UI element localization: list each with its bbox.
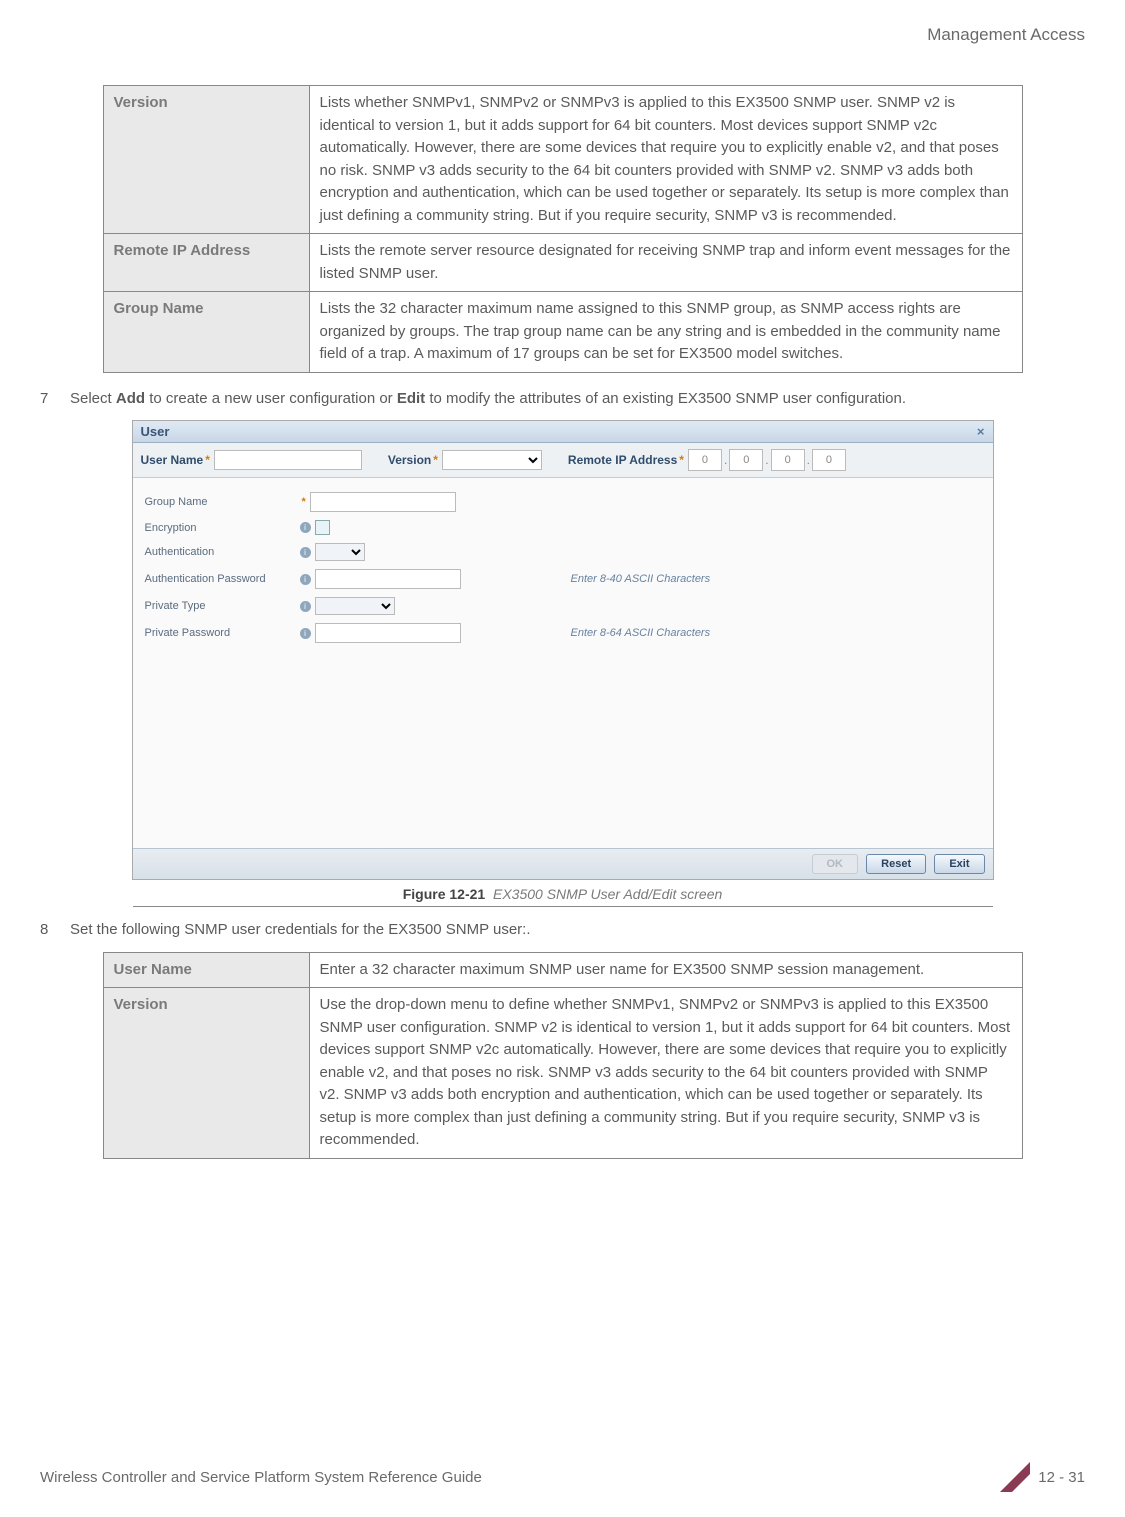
step-8: 8 Set the following SNMP user credential… (40, 919, 1085, 942)
auth-password-hint: Enter 8-40 ASCII Characters (571, 573, 711, 585)
user-dialog: User × User Name* Version* Remote IP Add… (132, 420, 994, 880)
table-row: Version Lists whether SNMPv1, SNMPv2 or … (103, 86, 1022, 234)
remote-ip-input[interactable]: . . . (688, 449, 846, 471)
add-keyword: Add (116, 390, 145, 407)
step-body: Select Add to create a new user configur… (70, 388, 1085, 411)
version-select[interactable] (442, 450, 542, 470)
edit-keyword: Edit (397, 390, 425, 407)
user-name-input[interactable] (214, 450, 362, 470)
version-label: Version* (388, 453, 438, 467)
row-label: Version (103, 86, 309, 234)
private-password-hint: Enter 8-64 ASCII Characters (571, 627, 711, 639)
definitions-table-1: Version Lists whether SNMPv1, SNMPv2 or … (103, 85, 1023, 373)
step-number: 7 (40, 388, 70, 411)
private-type-label: Private Type (145, 600, 300, 612)
exit-button[interactable]: Exit (934, 854, 984, 874)
row-label: Group Name (103, 292, 309, 373)
authentication-select[interactable] (315, 543, 365, 561)
auth-password-input[interactable] (315, 569, 461, 589)
definitions-table-2: User Name Enter a 32 character maximum S… (103, 952, 1023, 1159)
group-name-label: Group Name (145, 496, 300, 508)
dialog-title: User (141, 424, 170, 439)
row-label: Version (103, 988, 309, 1159)
auth-password-label: Authentication Password (145, 573, 300, 585)
row-desc: Lists whether SNMPv1, SNMPv2 or SNMPv3 i… (309, 86, 1022, 234)
table-row: Version Use the drop-down menu to define… (103, 988, 1022, 1159)
row-desc: Lists the remote server resource designa… (309, 234, 1022, 292)
figure-caption: Figure 12-21 EX3500 SNMP User Add/Edit s… (133, 886, 993, 907)
authentication-label: Authentication (145, 546, 300, 558)
info-icon: i (300, 601, 311, 612)
row-label: User Name (103, 952, 309, 988)
table-row: Remote IP Address Lists the remote serve… (103, 234, 1022, 292)
table-row: User Name Enter a 32 character maximum S… (103, 952, 1022, 988)
row-desc: Use the drop-down menu to define whether… (309, 988, 1022, 1159)
encryption-checkbox[interactable] (315, 520, 330, 535)
info-icon: i (300, 628, 311, 639)
footer-left: Wireless Controller and Service Platform… (40, 1469, 482, 1486)
private-password-label: Private Password (145, 627, 300, 639)
reset-button[interactable]: Reset (866, 854, 926, 874)
step-number: 8 (40, 919, 70, 942)
close-icon[interactable]: × (977, 424, 985, 439)
footer-right: 12 - 31 (1000, 1462, 1085, 1492)
private-type-select[interactable] (315, 597, 395, 615)
ok-button[interactable]: OK (812, 854, 859, 874)
encryption-label: Encryption (145, 522, 300, 534)
info-icon: i (300, 522, 311, 533)
table-row: Group Name Lists the 32 character maximu… (103, 292, 1022, 373)
info-icon: i (300, 574, 311, 585)
private-password-input[interactable] (315, 623, 461, 643)
remote-ip-label: Remote IP Address* (568, 453, 684, 467)
info-icon: i (300, 547, 311, 558)
row-desc: Lists the 32 character maximum name assi… (309, 292, 1022, 373)
page-corner-icon (1000, 1462, 1030, 1492)
user-name-label: User Name* (141, 453, 210, 467)
step-body: Set the following SNMP user credentials … (70, 919, 1085, 942)
row-desc: Enter a 32 character maximum SNMP user n… (309, 952, 1022, 988)
header-section: Management Access (40, 25, 1085, 45)
group-name-input[interactable] (310, 492, 456, 512)
step-7: 7 Select Add to create a new user config… (40, 388, 1085, 411)
row-label: Remote IP Address (103, 234, 309, 292)
